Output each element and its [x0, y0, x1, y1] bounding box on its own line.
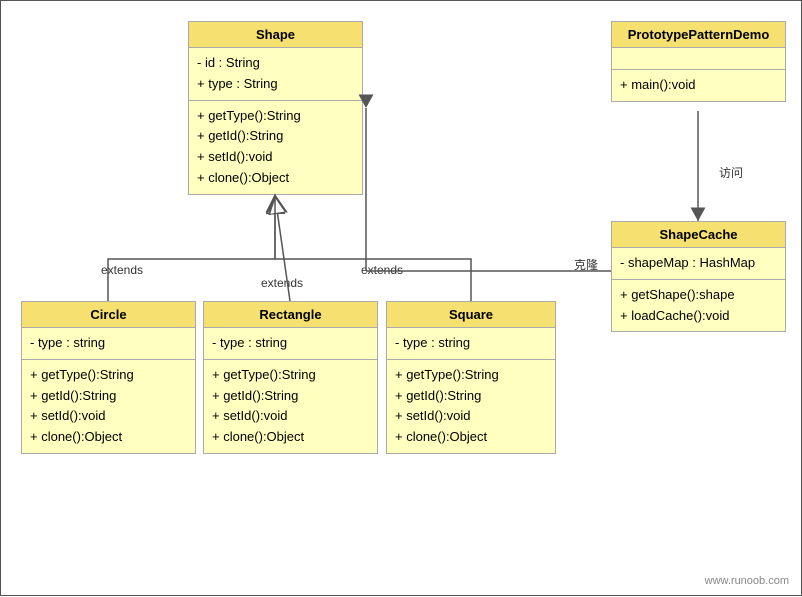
circle-box: Circle - type : string + getType():Strin… — [21, 301, 196, 454]
shape-methods: + getType():String + getId():String + se… — [189, 101, 362, 194]
circle-header: Circle — [22, 302, 195, 328]
shape-header: Shape — [189, 22, 362, 48]
rectangle-attributes: - type : string — [204, 328, 377, 360]
square-header: Square — [387, 302, 555, 328]
prototype-pattern-demo-header: PrototypePatternDemo — [612, 22, 785, 48]
prototype-pattern-demo-attributes — [612, 48, 785, 70]
shape-cache-methods: + getShape():shape + loadCache():void — [612, 280, 785, 332]
shape-cache-header: ShapeCache — [612, 222, 785, 248]
diagram-container: Shape - id : String + type : String + ge… — [0, 0, 802, 596]
extends-center-label: extends — [261, 276, 303, 290]
watermark: www.runoob.com — [705, 575, 789, 587]
visit-label: 访问 — [719, 164, 743, 181]
square-box: Square - type : string + getType():Strin… — [386, 301, 556, 454]
extends-right-label: extends — [361, 263, 403, 277]
extends-left-label: extends — [101, 263, 143, 277]
prototype-pattern-demo-methods: + main():void — [612, 70, 785, 101]
clone-label: 克隆 — [574, 256, 598, 273]
square-methods: + getType():String + getId():String + se… — [387, 360, 555, 453]
square-attributes: - type : string — [387, 328, 555, 360]
shape-box: Shape - id : String + type : String + ge… — [188, 21, 363, 195]
shape-cache-box: ShapeCache - shapeMap : HashMap + getSha… — [611, 221, 786, 332]
prototype-pattern-demo-box: PrototypePatternDemo + main():void — [611, 21, 786, 102]
rectangle-header: Rectangle — [204, 302, 377, 328]
rectangle-box: Rectangle - type : string + getType():St… — [203, 301, 378, 454]
rectangle-methods: + getType():String + getId():String + se… — [204, 360, 377, 453]
circle-methods: + getType():String + getId():String + se… — [22, 360, 195, 453]
circle-attributes: - type : string — [22, 328, 195, 360]
shape-cache-attributes: - shapeMap : HashMap — [612, 248, 785, 280]
shape-attributes: - id : String + type : String — [189, 48, 362, 101]
